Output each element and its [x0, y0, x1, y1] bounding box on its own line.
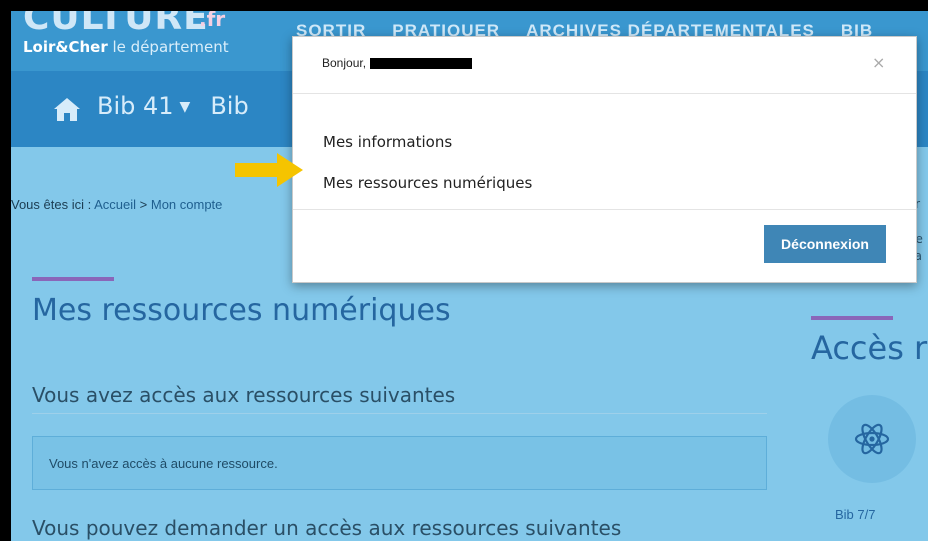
chevron-down-icon: ▼: [179, 99, 191, 115]
browser-viewport: CULTURE .fr Loir&Cher le département SOR…: [11, 11, 928, 541]
logo-subtitle: Loir&Cher le département: [23, 38, 229, 56]
redacted-username: [370, 58, 473, 70]
info-message: Vous n'avez accès à aucune ressource.: [32, 436, 767, 490]
link-mes-informations[interactable]: Mes informations: [323, 133, 452, 151]
logo-domain: .fr: [199, 11, 226, 31]
section-heading-access: Vous avez accès aux ressources suivantes: [32, 383, 456, 407]
bib-menu-2[interactable]: Bib: [210, 92, 248, 120]
sidebar-accent-rule: [811, 316, 893, 320]
page-title: Mes ressources numériques: [32, 293, 451, 328]
home-icon[interactable]: [53, 96, 81, 122]
modal-header: Bonjour, ×: [293, 37, 916, 94]
quick-access-label[interactable]: Bib 7/7: [835, 507, 875, 522]
logo-subtitle-bold: Loir&Cher: [23, 38, 108, 56]
greeting: Bonjour,: [322, 56, 473, 70]
bib41-label[interactable]: Bib 41: [97, 92, 174, 120]
logo-subtitle-rest: le département: [107, 38, 229, 56]
site-logo[interactable]: CULTURE: [23, 11, 209, 38]
modal-footer-divider: [293, 209, 916, 210]
breadcrumb: Vous êtes ici : Accueil > Mon compte: [11, 197, 222, 212]
link-mes-ressources-numeriques[interactable]: Mes ressources numériques: [323, 174, 532, 192]
info-message-text: Vous n'avez accès à aucune ressource.: [49, 456, 278, 471]
account-modal: Bonjour, × Mes informations Mes ressourc…: [292, 36, 917, 283]
breadcrumb-account-link[interactable]: Mon compte: [151, 197, 223, 212]
arrow-icon: [235, 153, 303, 187]
title-accent-rule: [32, 277, 114, 281]
atom-icon: [854, 423, 890, 455]
breadcrumb-prefix: Vous êtes ici :: [11, 197, 95, 212]
bib-menu[interactable]: Bib 41 ▼ Bib: [97, 92, 249, 120]
sidebar-title: Accès ra: [811, 329, 928, 367]
greeting-text: Bonjour,: [322, 56, 367, 70]
logout-button[interactable]: Déconnexion: [764, 225, 886, 263]
breadcrumb-home-link[interactable]: Accueil: [94, 197, 136, 212]
close-icon[interactable]: ×: [872, 53, 885, 72]
breadcrumb-separator: >: [136, 197, 151, 212]
section-divider: [32, 413, 767, 414]
section-heading-request: Vous pouvez demander un accès aux ressou…: [32, 516, 622, 540]
